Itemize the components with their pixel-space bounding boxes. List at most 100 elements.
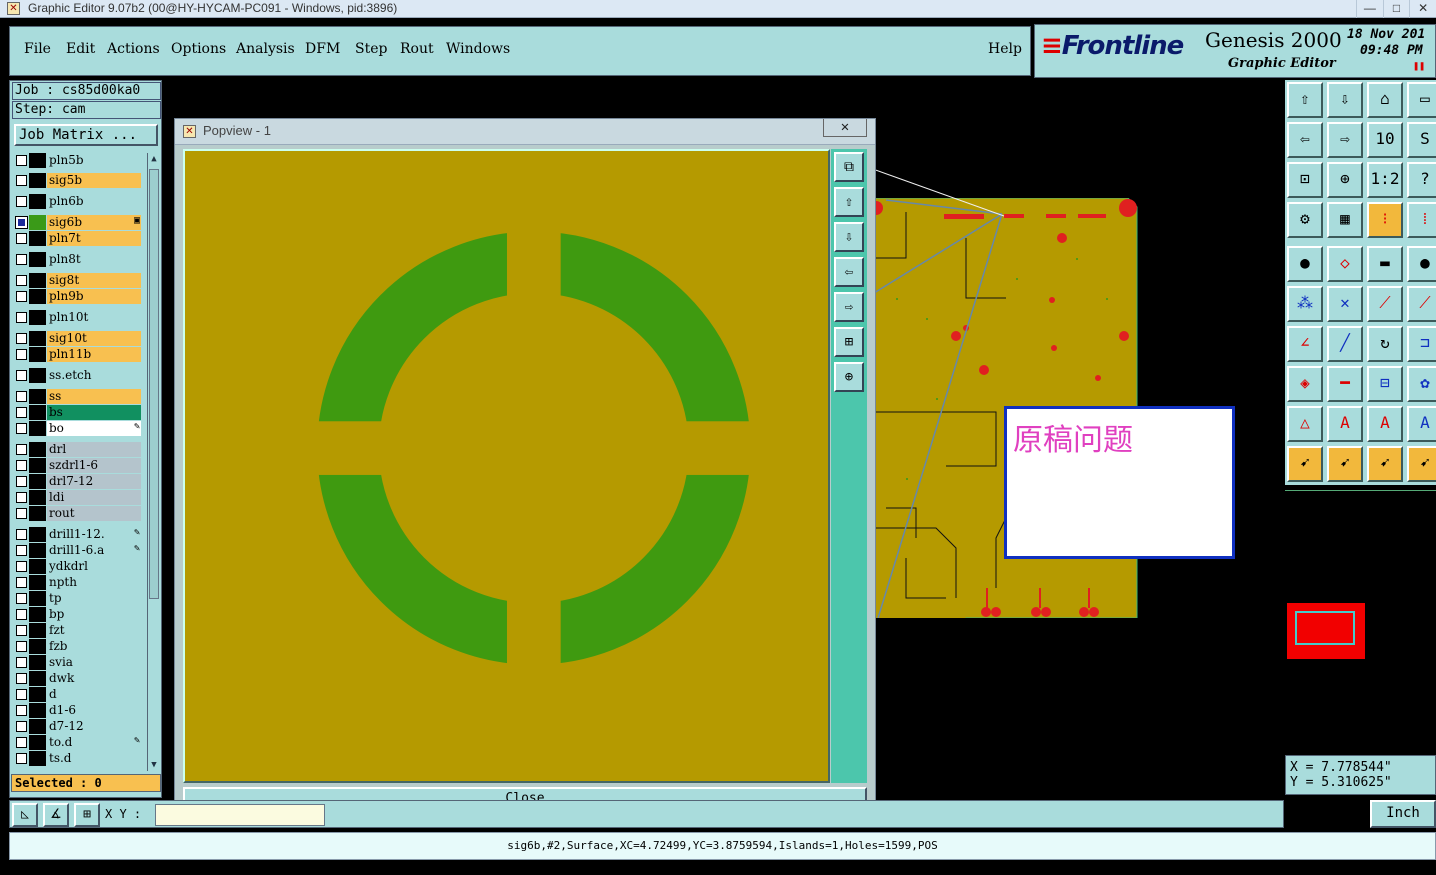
layer-row-bo[interactable]: bo ✎ [13,421,141,436]
close-window-button[interactable]: ✕ [1409,0,1436,18]
layer-name[interactable]: ss.etch [47,368,141,383]
layer-checkbox[interactable] [16,333,27,344]
layer-checkbox[interactable] [16,561,27,572]
layer-color-swatch[interactable] [29,639,46,654]
layer-checkbox[interactable] [16,275,27,286]
layer-row-sig10t[interactable]: sig10t [13,331,141,346]
layer-row-szdrl1-6[interactable]: szdrl1-6 [13,458,141,473]
pan-left-tool-icon[interactable]: ⇦ [1287,122,1323,158]
popview-canvas[interactable] [183,149,830,783]
arc-icon[interactable]: ↻ [1367,326,1403,362]
units-button[interactable]: Inch [1370,800,1436,828]
layer-color-swatch[interactable] [29,368,46,383]
layer-color-swatch[interactable] [29,703,46,718]
maximize-button[interactable]: □ [1382,0,1410,18]
menu-windows[interactable]: Windows [446,41,510,57]
layer-row-rout[interactable]: rout [13,506,141,521]
select-pointer-2-icon[interactable]: ➹ [1327,446,1363,482]
layer-color-swatch[interactable] [29,442,46,457]
pan-up-tool-icon[interactable]: ⇧ [1287,82,1323,118]
pause-icon[interactable]: ❚❚ [1413,61,1425,72]
layer-checkbox[interactable] [16,349,27,360]
menu-analysis[interactable]: Analysis [236,41,295,57]
layer-row-tp[interactable]: tp [13,591,141,606]
layer-name[interactable]: ldi [47,490,141,505]
layer-color-swatch[interactable] [29,347,46,362]
scale-1-2-icon[interactable]: 1:2 [1367,162,1403,198]
layer-name[interactable]: fzb [47,639,141,654]
layer-row-svia[interactable]: svia [13,655,141,670]
popview-close-icon[interactable]: ✕ [823,119,867,137]
node-line-2-icon[interactable]: ⟋ [1407,286,1436,322]
layer-row-npth[interactable]: npth [13,575,141,590]
layer-checkbox[interactable] [16,444,27,455]
popview-pan-up-icon[interactable]: ⇧ [834,187,864,217]
layer-row-pln8t[interactable]: pln8t [13,252,141,267]
layer-name[interactable]: ydkdrl [47,559,141,574]
fit-tool-icon[interactable]: ⊡ [1287,162,1323,198]
layer-checkbox[interactable] [16,492,27,503]
layer-row-sig6b[interactable]: sig6b ▣ [13,215,141,230]
layer-row-d1-6[interactable]: d1-6 [13,703,141,718]
layer-color-swatch[interactable] [29,527,46,542]
layer-name[interactable]: dwk [47,671,141,686]
scroll-up-icon[interactable]: ▲ [148,153,160,165]
layer-name[interactable]: sig10t [47,331,141,346]
layer-name[interactable]: npth [47,575,141,590]
layer-color-swatch[interactable] [29,231,46,246]
popview-fit-icon[interactable]: ⊕ [834,362,864,392]
layer-checkbox[interactable] [16,673,27,684]
menu-dfm[interactable]: DFM [305,41,340,57]
add-pad-icon[interactable]: ● [1287,246,1323,282]
layer-name[interactable]: ts.d [47,751,141,766]
layer-name[interactable]: bo [47,421,141,436]
layer-color-swatch[interactable] [29,153,46,168]
layer-color-swatch[interactable] [29,591,46,606]
layer-view-2-icon[interactable]: ⁞ [1407,202,1436,238]
layer-name[interactable]: drill1-12. [47,527,141,542]
layer-name[interactable]: pln9b [47,289,141,304]
layer-name[interactable]: svia [47,655,141,670]
center-tool-icon[interactable]: ⊕ [1327,162,1363,198]
layer-checkbox[interactable] [16,753,27,764]
minimap-viewport[interactable] [1287,603,1365,659]
layer-scrollbar[interactable]: ▲ ▼ [147,153,160,771]
layer-checkbox[interactable] [16,391,27,402]
layer-color-swatch[interactable] [29,671,46,686]
job-matrix-button[interactable]: Job Matrix ... [14,124,158,146]
layer-checkbox[interactable] [16,609,27,620]
layer-name[interactable]: tp [47,591,141,606]
layer-checkbox[interactable] [16,625,27,636]
layer-color-swatch[interactable] [29,215,46,230]
layer-name[interactable]: sig5b [47,173,141,188]
select-pointer-icon[interactable]: ➹ [1287,446,1323,482]
popview-pan-left-icon[interactable]: ⇦ [834,257,864,287]
letter-a-blue-icon[interactable]: A [1407,406,1436,442]
layer-color-swatch[interactable] [29,735,46,750]
layer-row-pln7t[interactable]: pln7t [13,231,141,246]
layer-color-swatch[interactable] [29,421,46,436]
popview-zoom-home-icon[interactable]: ⊞ [834,327,864,357]
layer-color-swatch[interactable] [29,173,46,188]
layer-name[interactable]: pln7t [47,231,141,246]
layer-row-pln9b[interactable]: pln9b [13,289,141,304]
pad-line-icon[interactable]: ◈ [1287,366,1323,402]
layer-color-swatch[interactable] [29,389,46,404]
layer-checkbox[interactable] [16,370,27,381]
layer-name[interactable]: sig8t [47,273,141,288]
layer-color-swatch[interactable] [29,331,46,346]
layer-name[interactable]: bs [47,405,141,420]
layer-name[interactable]: drill1-6.a [47,543,141,558]
layer-checkbox[interactable] [16,155,27,166]
ruler-icon[interactable]: ▬ [1367,246,1403,282]
layer-color-swatch[interactable] [29,506,46,521]
layer-color-swatch[interactable] [29,289,46,304]
layer-color-swatch[interactable] [29,719,46,734]
layer-name[interactable]: drl [47,442,141,457]
letter-a-bold-icon[interactable]: A [1367,406,1403,442]
layer-color-swatch[interactable] [29,607,46,622]
layer-row-drill1-6.a[interactable]: drill1-6.a ✎ [13,543,141,558]
zoom-1-0-icon[interactable]: 10 [1367,122,1403,158]
layer-checkbox[interactable] [16,508,27,519]
layer-color-swatch[interactable] [29,687,46,702]
